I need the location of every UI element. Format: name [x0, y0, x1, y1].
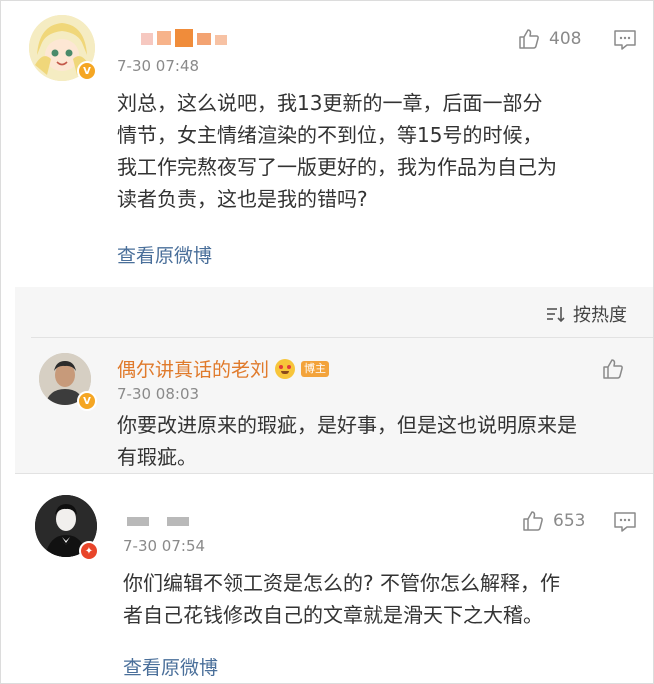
blogger-tag: 博主 — [301, 360, 330, 377]
like-count: 408 — [549, 29, 582, 49]
reply-line: 你要改进原来的瑕疵，是好事，但是这也说明原来是 — [117, 413, 577, 437]
sort-label: 按热度 — [573, 305, 627, 326]
sort-icon — [547, 307, 565, 323]
comment-button[interactable] — [613, 29, 637, 55]
reply-time: 7-30 08:03 — [117, 385, 200, 403]
comment-icon — [614, 30, 636, 50]
like-button[interactable]: 408 — [517, 27, 581, 51]
verified-icon: ✦ — [79, 541, 99, 561]
comment-line: 刘总，这么说吧，我13更新的一章，后面一部分 — [117, 91, 543, 115]
reply-username[interactable]: 偶尔讲真话的老刘 — [117, 355, 269, 382]
like-count: 653 — [553, 511, 586, 531]
like-button[interactable]: 653 — [521, 509, 585, 533]
comment-icon — [614, 512, 636, 532]
verified-icon: V — [77, 61, 97, 81]
weibo-comment-screenshot: V 7-30 07:48 408 刘总，这么说吧，我13更新的一章，后面一部分 … — [0, 0, 654, 684]
comment-line: 我工作完熬夜写了一版更好的，我为作品为自己为 — [117, 155, 557, 179]
redacted-username — [127, 517, 197, 527]
redacted-username — [141, 29, 241, 47]
verified-icon: V — [77, 391, 97, 411]
view-original-weibo-link[interactable]: 查看原微博 — [117, 241, 212, 268]
comment-line: 你们编辑不领工资是怎么的? 不管你怎么解释，作 — [123, 571, 560, 595]
view-original-weibo-link[interactable]: 查看原微博 — [123, 653, 218, 680]
comment-time: 7-30 07:48 — [117, 57, 200, 75]
emoji-icon — [275, 358, 296, 379]
comment-line: 者自己花钱修改自己的文章就是滑天下之大稽。 — [123, 603, 543, 627]
comment-time: 7-30 07:54 — [123, 537, 206, 555]
divider — [15, 473, 653, 474]
comment-body: 你们编辑不领工资是怎么的? 不管你怎么解释，作 者自己花钱修改自己的文章就是滑天… — [123, 567, 643, 631]
comment-button[interactable] — [613, 511, 637, 537]
comment-line: 读者负责，这也是我的错吗? — [117, 187, 368, 211]
reply-name-row: 偶尔讲真话的老刘 博主 — [117, 355, 330, 382]
reply-body: 你要改进原来的瑕疵，是好事，但是这也说明原来是 有瑕疵。 — [117, 409, 637, 473]
reply-like-button[interactable] — [601, 357, 625, 385]
comment-body: 刘总，这么说吧，我13更新的一章，后面一部分 情节，女主情绪渲染的不到位，等15… — [117, 87, 637, 215]
sort-by-hotness-button[interactable]: 按热度 — [545, 301, 627, 327]
thumbs-up-icon — [603, 359, 623, 379]
thumbs-up-icon — [519, 29, 539, 49]
reply-line: 有瑕疵。 — [117, 445, 197, 469]
divider — [31, 337, 653, 338]
thumbs-up-icon — [523, 511, 543, 531]
comment-line: 情节，女主情绪渲染的不到位，等15号的时候， — [117, 123, 543, 147]
